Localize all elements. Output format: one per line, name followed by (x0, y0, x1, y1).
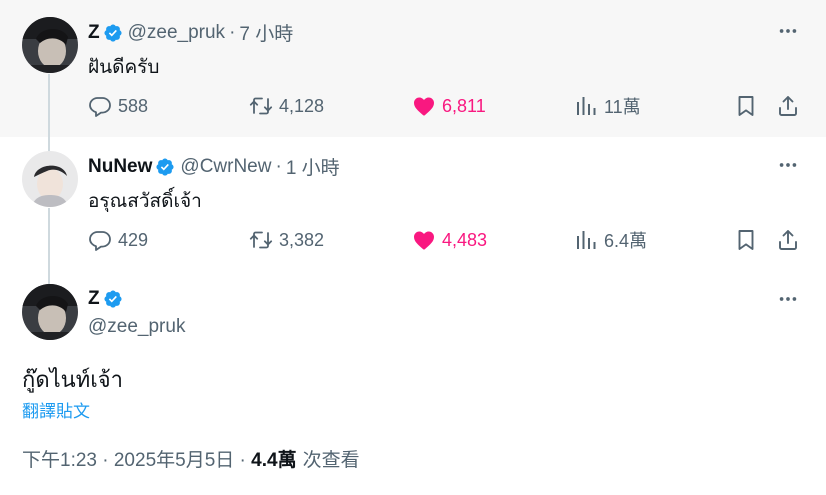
tweet-2[interactable]: NuNew @CwrNew · 1 小時 อรุณสวัสดิ์เจ้า 429… (0, 137, 826, 270)
thread-connector (48, 270, 50, 284)
tweet-text: ฝันดีครับ (88, 57, 160, 78)
reply-bubble-icon (88, 94, 112, 118)
timestamp[interactable]: 7 小時 (239, 19, 293, 46)
avatar[interactable] (22, 151, 78, 207)
bookmark-icon[interactable] (734, 228, 758, 252)
like-count: 4,483 (442, 229, 488, 250)
bar-chart-icon (574, 94, 598, 118)
verified-badge-icon (103, 23, 123, 43)
tweet-1[interactable]: Z @zee_pruk · 7 小時 ฝันดีครับ 588 4,128 6… (0, 0, 826, 137)
reply-button[interactable]: 429 (88, 226, 148, 254)
translate-post-link[interactable]: 翻譯貼文 (22, 397, 90, 422)
tweet-meta: 下午1:23 · 2025年5月5日 · 4.4萬 次查看 (22, 445, 360, 472)
retweet-count: 4,128 (279, 95, 325, 116)
like-button[interactable]: 6,811 (412, 92, 486, 120)
thread-connector (48, 137, 50, 151)
views-label: 次查看 (302, 450, 360, 471)
avatar[interactable] (22, 17, 78, 73)
more-dots-icon[interactable] (776, 287, 800, 311)
separator-dot: · (275, 155, 282, 177)
avatar[interactable] (22, 284, 78, 340)
action-bar: 429 3,382 4,483 6.4萬 (88, 226, 804, 254)
heart-filled-icon (412, 228, 436, 252)
view-count: 4.4萬 (251, 450, 297, 471)
tweet-text: อรุณสวัสดิ์เจ้า (88, 191, 202, 212)
heart-filled-icon (412, 94, 436, 118)
view-count: 11萬 (604, 97, 641, 117)
handle[interactable]: @zee_pruk (128, 22, 225, 44)
handle[interactable]: @CwrNew (180, 156, 271, 178)
view-count: 6.4萬 (604, 231, 648, 251)
timestamp[interactable]: 1 小時 (286, 153, 340, 180)
verified-badge-icon (103, 289, 123, 309)
bookmark-icon[interactable] (734, 94, 758, 118)
like-button[interactable]: 4,483 (412, 226, 487, 254)
reply-count: 588 (118, 95, 149, 116)
main-tweet: Z @zee_pruk กู๊ดไนท์เจ้า 翻譯貼文 下午1:23 · 2… (0, 270, 826, 495)
like-count: 6,811 (442, 95, 486, 116)
action-bar: 588 4,128 6,811 11萬 (88, 92, 804, 120)
reply-button[interactable]: 588 (88, 92, 148, 120)
avatar-photo-icon (22, 151, 78, 207)
verified-badge-icon (155, 157, 175, 177)
retweet-button[interactable]: 3,382 (249, 226, 324, 254)
reply-count: 429 (118, 229, 149, 250)
thread-connector (48, 74, 50, 137)
retweet-count: 3,382 (279, 229, 325, 250)
avatar-photo-icon (22, 284, 78, 340)
more-dots-icon[interactable] (776, 19, 800, 43)
avatar-photo-icon (22, 17, 78, 73)
reply-bubble-icon (88, 228, 112, 252)
display-name[interactable]: Z (88, 288, 100, 310)
bar-chart-icon (574, 228, 598, 252)
tweet-text: กู๊ดไนท์เจ้า (22, 367, 123, 392)
display-name[interactable]: NuNew (88, 156, 152, 178)
timestamp[interactable]: 下午1:23 · 2025年5月5日 · (22, 445, 251, 472)
retweet-icon (249, 94, 273, 118)
views-button[interactable]: 11萬 (574, 92, 641, 120)
views-button[interactable]: 6.4萬 (574, 226, 647, 254)
retweet-button[interactable]: 4,128 (249, 92, 324, 120)
retweet-icon (249, 228, 273, 252)
share-upload-icon[interactable] (776, 94, 800, 118)
thread-connector (48, 208, 50, 270)
separator-dot: · (229, 21, 236, 43)
share-upload-icon[interactable] (776, 228, 800, 252)
handle[interactable]: @zee_pruk (88, 316, 185, 338)
display-name[interactable]: Z (88, 22, 100, 44)
more-dots-icon[interactable] (776, 153, 800, 177)
